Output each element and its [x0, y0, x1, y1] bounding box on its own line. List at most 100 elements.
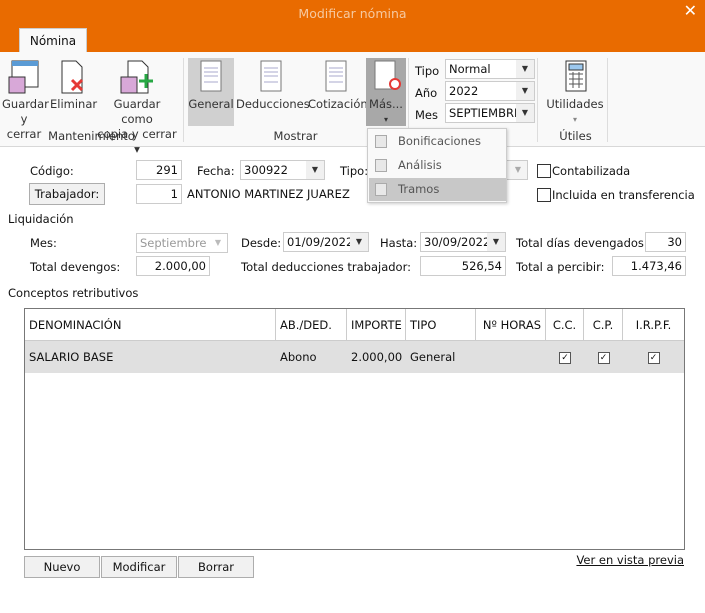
chevron-down-icon: ▼	[487, 233, 505, 251]
chevron-down-icon: ▼	[516, 60, 534, 78]
trabajador-button[interactable]: Trabajador:	[29, 183, 105, 205]
chevron-down-icon: ▼	[306, 161, 324, 179]
fecha-input[interactable]: 300922 ▼	[240, 160, 325, 180]
col-denominacion[interactable]: DENOMINACIÓN	[25, 309, 276, 341]
anio-value: 2022	[449, 84, 479, 98]
devengos-input[interactable]: 2.000,00	[136, 256, 210, 276]
preview-link[interactable]: Ver en vista previa	[576, 553, 684, 567]
mes-select[interactable]: SEPTIEMBRE ▼	[445, 103, 535, 123]
cp-checkbox[interactable]: ✓	[597, 351, 610, 364]
hasta-input[interactable]: 30/09/2022 ▼	[420, 232, 506, 252]
chevron-down-icon: ▼	[516, 104, 534, 122]
incluida-label: Incluida en transferencia	[552, 188, 695, 202]
close-button[interactable]: ✕	[684, 1, 697, 20]
chevron-down-icon: ▼	[509, 161, 527, 179]
ribbon: Guardar y cerrar Eliminar Guardar como cop…	[0, 52, 705, 156]
delete-icon	[61, 60, 84, 94]
cell-denominacion: SALARIO BASE	[29, 350, 114, 364]
menu-item-label: Tramos	[398, 182, 440, 196]
liquidacion-heading: Liquidación	[8, 212, 74, 226]
analisis-icon	[375, 159, 387, 172]
mas-button[interactable]: Más... ▾	[366, 58, 406, 126]
mes-value: Septiembre	[140, 236, 207, 250]
col-abded[interactable]: AB./DED.	[276, 309, 347, 341]
col-cc[interactable]: C.C.	[546, 309, 584, 341]
tab-nomina[interactable]: Nómina	[19, 28, 87, 53]
incluida-checkbox[interactable]	[537, 188, 551, 202]
col-tipo[interactable]: TIPO	[406, 309, 476, 341]
hasta-value: 30/09/2022	[424, 235, 491, 249]
deducciones-icon	[260, 60, 282, 92]
cell-tipo: General	[410, 350, 456, 364]
nuevo-button[interactable]: Nuevo	[24, 556, 100, 578]
cc-checkbox[interactable]: ✓	[559, 351, 571, 364]
tipo-value: Normal	[449, 62, 491, 76]
fecha-value: 300922	[244, 163, 288, 177]
contabilizada-checkbox[interactable]	[537, 164, 551, 178]
col-irpf[interactable]: I.R.P.F.	[623, 309, 684, 341]
mes-label: Mes	[415, 108, 438, 122]
tipo-label: Tipo:	[340, 164, 369, 178]
mas-dropdown-menu: Bonificaciones Análisis Tramos	[367, 128, 507, 203]
mes-label: Mes:	[30, 236, 57, 250]
cell-abded: Abono	[280, 350, 317, 364]
menu-item-bonificaciones[interactable]: Bonificaciones	[369, 130, 506, 153]
dias-label: Total días devengados:	[516, 236, 648, 250]
desde-label: Desde:	[241, 236, 282, 250]
conceptos-heading: Conceptos retributivos	[8, 286, 139, 300]
cotizacion-button[interactable]: Cotización	[308, 60, 368, 112]
general-label: General	[188, 97, 234, 111]
delete-button[interactable]: Eliminar	[50, 60, 98, 112]
desde-value: 01/09/2022	[287, 235, 354, 249]
deducciones-label: Deducciones	[236, 97, 310, 111]
delete-label: Eliminar	[50, 97, 98, 111]
col-cp[interactable]: C.P.	[584, 309, 623, 341]
fecha-label: Fecha:	[197, 164, 235, 178]
dias-input[interactable]: 30	[645, 232, 686, 252]
borrar-button[interactable]: Borrar	[178, 556, 254, 578]
codigo-label: Código:	[30, 164, 74, 178]
tipo-select[interactable]: Normal ▼	[445, 59, 535, 79]
group-mantenimiento: Mantenimiento	[48, 129, 135, 143]
save-icon	[8, 60, 39, 94]
general-button[interactable]: General	[188, 58, 234, 126]
chevron-down-icon: ▼	[209, 234, 227, 252]
save-close-label: Guardar	[2, 97, 49, 111]
save-copy-label: Guardar como	[113, 97, 161, 126]
mes-select: Septiembre ▼	[136, 233, 228, 253]
bonificaciones-icon	[375, 135, 387, 148]
mas-icon	[374, 60, 401, 90]
modificar-button[interactable]: Modificar	[101, 556, 177, 578]
utilidades-label: Utilidades	[546, 97, 604, 111]
deducciones-label: Total deducciones trabajador:	[241, 260, 411, 274]
codigo-input[interactable]: 291	[136, 160, 182, 180]
percibir-input[interactable]: 1.473,46	[612, 256, 686, 276]
col-horas[interactable]: Nº HORAS	[476, 309, 546, 341]
conceptos-table: DENOMINACIÓN AB./DED. IMPORTE TIPO Nº HO…	[24, 308, 685, 550]
cell-importe: 2.000,00	[351, 350, 403, 364]
general-icon	[200, 60, 222, 92]
calculator-icon	[565, 60, 587, 92]
utilidades-button[interactable]: Utilidades ▾	[544, 60, 606, 127]
trabajador-id-input[interactable]: 1	[136, 184, 182, 204]
chevron-down-icon: ▾	[572, 115, 577, 124]
chevron-down-icon: ▼	[350, 233, 368, 251]
group-utiles: Útiles	[559, 129, 592, 143]
anio-label: Año	[415, 86, 438, 100]
mas-label: Más...	[369, 97, 403, 111]
col-importe[interactable]: IMPORTE	[347, 309, 406, 341]
devengos-label: Total devengos:	[30, 260, 121, 274]
anio-select[interactable]: 2022 ▼	[445, 81, 535, 101]
chevron-down-icon: ▼	[516, 82, 534, 100]
window-title: Modificar nómina	[298, 6, 407, 21]
irpf-checkbox[interactable]: ✓	[647, 351, 660, 364]
save-copy-icon	[120, 60, 153, 94]
deducciones-input[interactable]: 526,54	[420, 256, 506, 276]
tramos-icon	[375, 183, 387, 196]
chevron-down-icon: ▾	[383, 115, 388, 124]
menu-item-analisis[interactable]: Análisis	[369, 154, 506, 177]
deducciones-button[interactable]: Deducciones	[236, 60, 310, 112]
desde-input[interactable]: 01/09/2022 ▼	[283, 232, 369, 252]
tipo-label: Tipo	[415, 64, 440, 78]
menu-item-tramos[interactable]: Tramos	[369, 178, 506, 201]
